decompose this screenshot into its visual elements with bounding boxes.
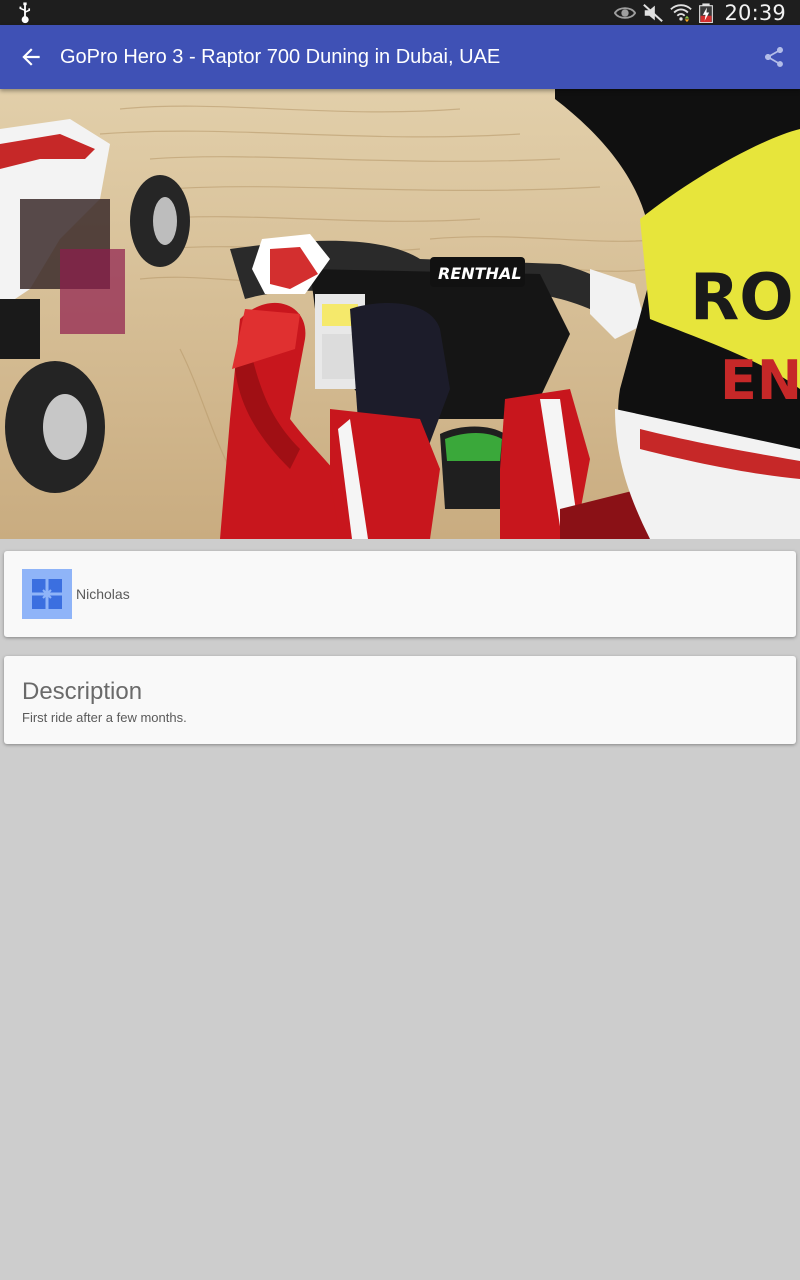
author-name: Nicholas [76,586,130,602]
description-heading: Description [22,678,143,705]
avatar [22,569,72,619]
battery-charging-icon [699,2,714,23]
description-card: Description First ride after a few month… [4,656,796,744]
svg-text:RO: RO [690,261,794,335]
avatar-image [32,579,62,609]
author-card[interactable]: Nicholas [4,551,796,637]
renthal-logo: RENTHAL [438,264,522,283]
svg-text:EN: EN [720,349,800,412]
status-bar: 20:39 [0,0,800,25]
status-time: 20:39 [724,0,786,25]
video-frame: RENTHAL RO EN [0,89,800,539]
wifi-icon [670,3,693,22]
mute-icon [643,3,664,22]
app-bar: GoPro Hero 3 - Raptor 700 Duning in Duba… [0,25,800,89]
description-text: First ride after a few months. [22,710,187,725]
usb-icon [19,2,31,24]
eye-icon [614,6,637,19]
share-icon[interactable] [762,45,786,69]
video-thumbnail[interactable]: RENTHAL RO EN [0,89,800,539]
arrow-back-icon[interactable] [18,44,44,70]
page-title: GoPro Hero 3 - Raptor 700 Duning in Duba… [60,46,501,68]
